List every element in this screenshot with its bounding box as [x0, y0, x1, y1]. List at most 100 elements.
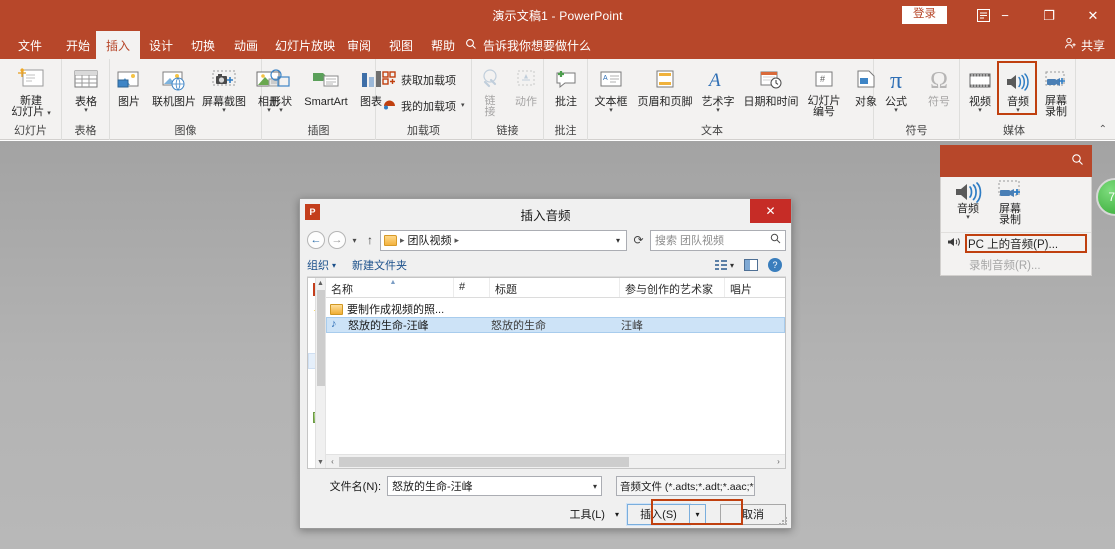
- screen-recording-icon: [1043, 62, 1069, 94]
- breadcrumb-item[interactable]: 团队视频: [408, 232, 452, 248]
- tab-view[interactable]: 视图: [379, 31, 423, 59]
- menu-item-record-audio[interactable]: 录制音频(R)...: [941, 254, 1091, 275]
- header-footer-button[interactable]: 页眉和页脚: [634, 62, 696, 108]
- tab-slideshow[interactable]: 幻灯片放映: [265, 31, 345, 59]
- insert-button[interactable]: 插入(S): [626, 502, 691, 526]
- scrollbar-track[interactable]: [339, 456, 772, 467]
- history-chevron-down-icon[interactable]: ▾: [349, 236, 360, 245]
- help-icon[interactable]: ?: [768, 258, 782, 272]
- chevron-down-icon[interactable]: ▾: [609, 107, 613, 114]
- file-artist-cell: 汪峰: [621, 320, 643, 332]
- chevron-down-icon[interactable]: ▾: [894, 107, 898, 114]
- table-row[interactable]: ♪ 怒放的生命-汪峰 怒放的生命 汪峰: [326, 317, 785, 333]
- column-header-title[interactable]: 标题: [490, 278, 620, 297]
- column-header-contributing-artists[interactable]: 参与创作的艺术家: [620, 278, 725, 297]
- close-button[interactable]: ✕: [1071, 0, 1115, 31]
- shapes-button[interactable]: 形状 ▾: [262, 62, 300, 114]
- get-addins-button[interactable]: 获取加载项: [382, 71, 456, 88]
- chevron-down-icon[interactable]: ▾: [978, 107, 982, 114]
- cancel-button[interactable]: 取消: [720, 503, 786, 525]
- equation-button[interactable]: π 公式 ▾: [874, 62, 918, 114]
- menu-item-audio-on-my-pc[interactable]: PC 上的音频(P)...: [941, 233, 1091, 254]
- chevron-down-icon[interactable]: ▾: [593, 482, 597, 491]
- file-type-select[interactable]: 音频文件 (*.adts;*.adt;*.aac;*.a ▾: [616, 476, 755, 496]
- screen-recording-label: 屏幕 录制: [1045, 95, 1067, 118]
- audio-button[interactable]: 音频 ▾: [1000, 62, 1036, 114]
- chevron-down-icon[interactable]: ▾: [84, 107, 88, 114]
- dialog-close-button[interactable]: ✕: [750, 199, 791, 223]
- scroll-down-arrow-icon[interactable]: ▼: [316, 457, 325, 468]
- online-pictures-button[interactable]: 联机图片: [148, 62, 200, 108]
- action-button[interactable]: 动作: [508, 62, 544, 108]
- tab-home[interactable]: 开始: [56, 31, 100, 59]
- scroll-up-arrow-icon[interactable]: ▲: [316, 278, 325, 289]
- audio-icon: [1004, 62, 1032, 94]
- smartart-button[interactable]: SmartArt: [300, 62, 352, 108]
- scrollbar-thumb[interactable]: [339, 456, 629, 467]
- table-button[interactable]: 表格 ▾: [62, 62, 110, 114]
- chevron-down-icon[interactable]: ▾: [716, 107, 720, 114]
- table-row[interactable]: 要制作成视频的照...: [326, 301, 785, 317]
- scroll-right-arrow-icon[interactable]: ›: [772, 457, 785, 466]
- tab-help[interactable]: 帮助: [421, 31, 465, 59]
- column-header-album[interactable]: 唱片: [725, 278, 785, 297]
- video-button[interactable]: 视频 ▾: [960, 62, 1000, 114]
- wordart-button[interactable]: A 艺术字 ▾: [696, 62, 740, 114]
- comment-button[interactable]: 批注: [544, 62, 588, 108]
- navigation-pane-scrollbar[interactable]: ▲ ▼: [315, 278, 325, 468]
- ribbon-group-label-tables: 表格: [74, 125, 97, 137]
- tab-transitions[interactable]: 切换: [181, 31, 225, 59]
- text-box-button[interactable]: A 文本框 ▾: [588, 62, 634, 114]
- new-folder-label: 新建文件夹: [352, 260, 408, 272]
- chevron-down-icon[interactable]: ▾: [222, 107, 226, 114]
- symbol-button[interactable]: Ω 符号: [918, 62, 960, 108]
- up-arrow-icon[interactable]: ↑: [363, 233, 377, 247]
- new-slide-button[interactable]: 新建 幻灯片 ▾: [0, 62, 62, 118]
- back-arrow-icon[interactable]: ←: [307, 231, 325, 249]
- refresh-icon[interactable]: ⟳: [630, 233, 647, 247]
- screenshot-button[interactable]: 屏幕截图 ▾: [200, 62, 248, 114]
- chevron-down-icon[interactable]: ▾: [279, 107, 283, 114]
- tab-review[interactable]: 审阅: [337, 31, 381, 59]
- scroll-left-arrow-icon[interactable]: ‹: [326, 457, 339, 466]
- tab-file[interactable]: 文件: [8, 31, 52, 59]
- minimize-button[interactable]: −: [983, 0, 1027, 31]
- tab-design[interactable]: 设计: [139, 31, 183, 59]
- tools-button[interactable]: 工具(L) ▾: [570, 506, 627, 522]
- link-button[interactable]: 链接: [472, 62, 508, 118]
- view-layout-button[interactable]: ▾: [714, 259, 734, 271]
- filename-input[interactable]: 怒放的生命-汪峰 ▾: [387, 476, 602, 496]
- date-time-button[interactable]: 日期和时间: [740, 62, 802, 108]
- share-button[interactable]: 共享: [1064, 31, 1105, 59]
- sign-in-button[interactable]: 登录: [902, 6, 947, 24]
- search-input[interactable]: 搜索 团队视频: [650, 229, 786, 251]
- chevron-down-icon[interactable]: ▾: [616, 236, 623, 245]
- scrollbar-thumb[interactable]: [317, 290, 325, 386]
- column-header-name[interactable]: ▲ 名称: [326, 278, 454, 297]
- my-addins-button[interactable]: 我的加载项 ▾: [382, 97, 465, 114]
- popup-screen-recording-button[interactable]: 屏幕 录制: [989, 180, 1031, 232]
- tell-me-search[interactable]: 告诉我你想要做什么: [465, 31, 591, 59]
- pictures-button[interactable]: 图片: [110, 62, 148, 108]
- insert-dropdown-button[interactable]: ▾: [690, 503, 706, 525]
- forward-arrow-icon[interactable]: →: [328, 231, 346, 249]
- dialog-resize-grip[interactable]: [779, 517, 789, 527]
- tab-insert[interactable]: 插入: [96, 31, 141, 59]
- chevron-down-icon[interactable]: ▾: [1016, 107, 1020, 114]
- popup-audio-button[interactable]: 音频 ▾: [947, 180, 989, 232]
- screen-recording-button[interactable]: 屏幕 录制: [1036, 62, 1076, 118]
- tab-animations[interactable]: 动画: [224, 31, 268, 59]
- organize-button[interactable]: 组织 ▾: [307, 257, 336, 273]
- maximize-button[interactable]: ❐: [1027, 0, 1071, 31]
- preview-pane-icon[interactable]: [744, 259, 758, 271]
- chevron-down-icon[interactable]: ▾: [615, 510, 619, 519]
- new-folder-button[interactable]: 新建文件夹: [352, 257, 407, 273]
- breadcrumb[interactable]: ▸ 团队视频 ▸ ▾: [380, 229, 627, 251]
- chevron-down-icon[interactable]: ▾: [461, 102, 465, 109]
- collapse-ribbon-chevron-icon[interactable]: ⌃: [1099, 124, 1107, 135]
- column-header-track-number[interactable]: #: [454, 278, 490, 297]
- file-list-horizontal-scrollbar[interactable]: ‹ ›: [326, 454, 785, 468]
- audio-icon: [947, 236, 961, 251]
- slide-number-button[interactable]: # 幻灯片 编号: [802, 62, 846, 118]
- chevron-down-icon[interactable]: ▾: [966, 214, 970, 221]
